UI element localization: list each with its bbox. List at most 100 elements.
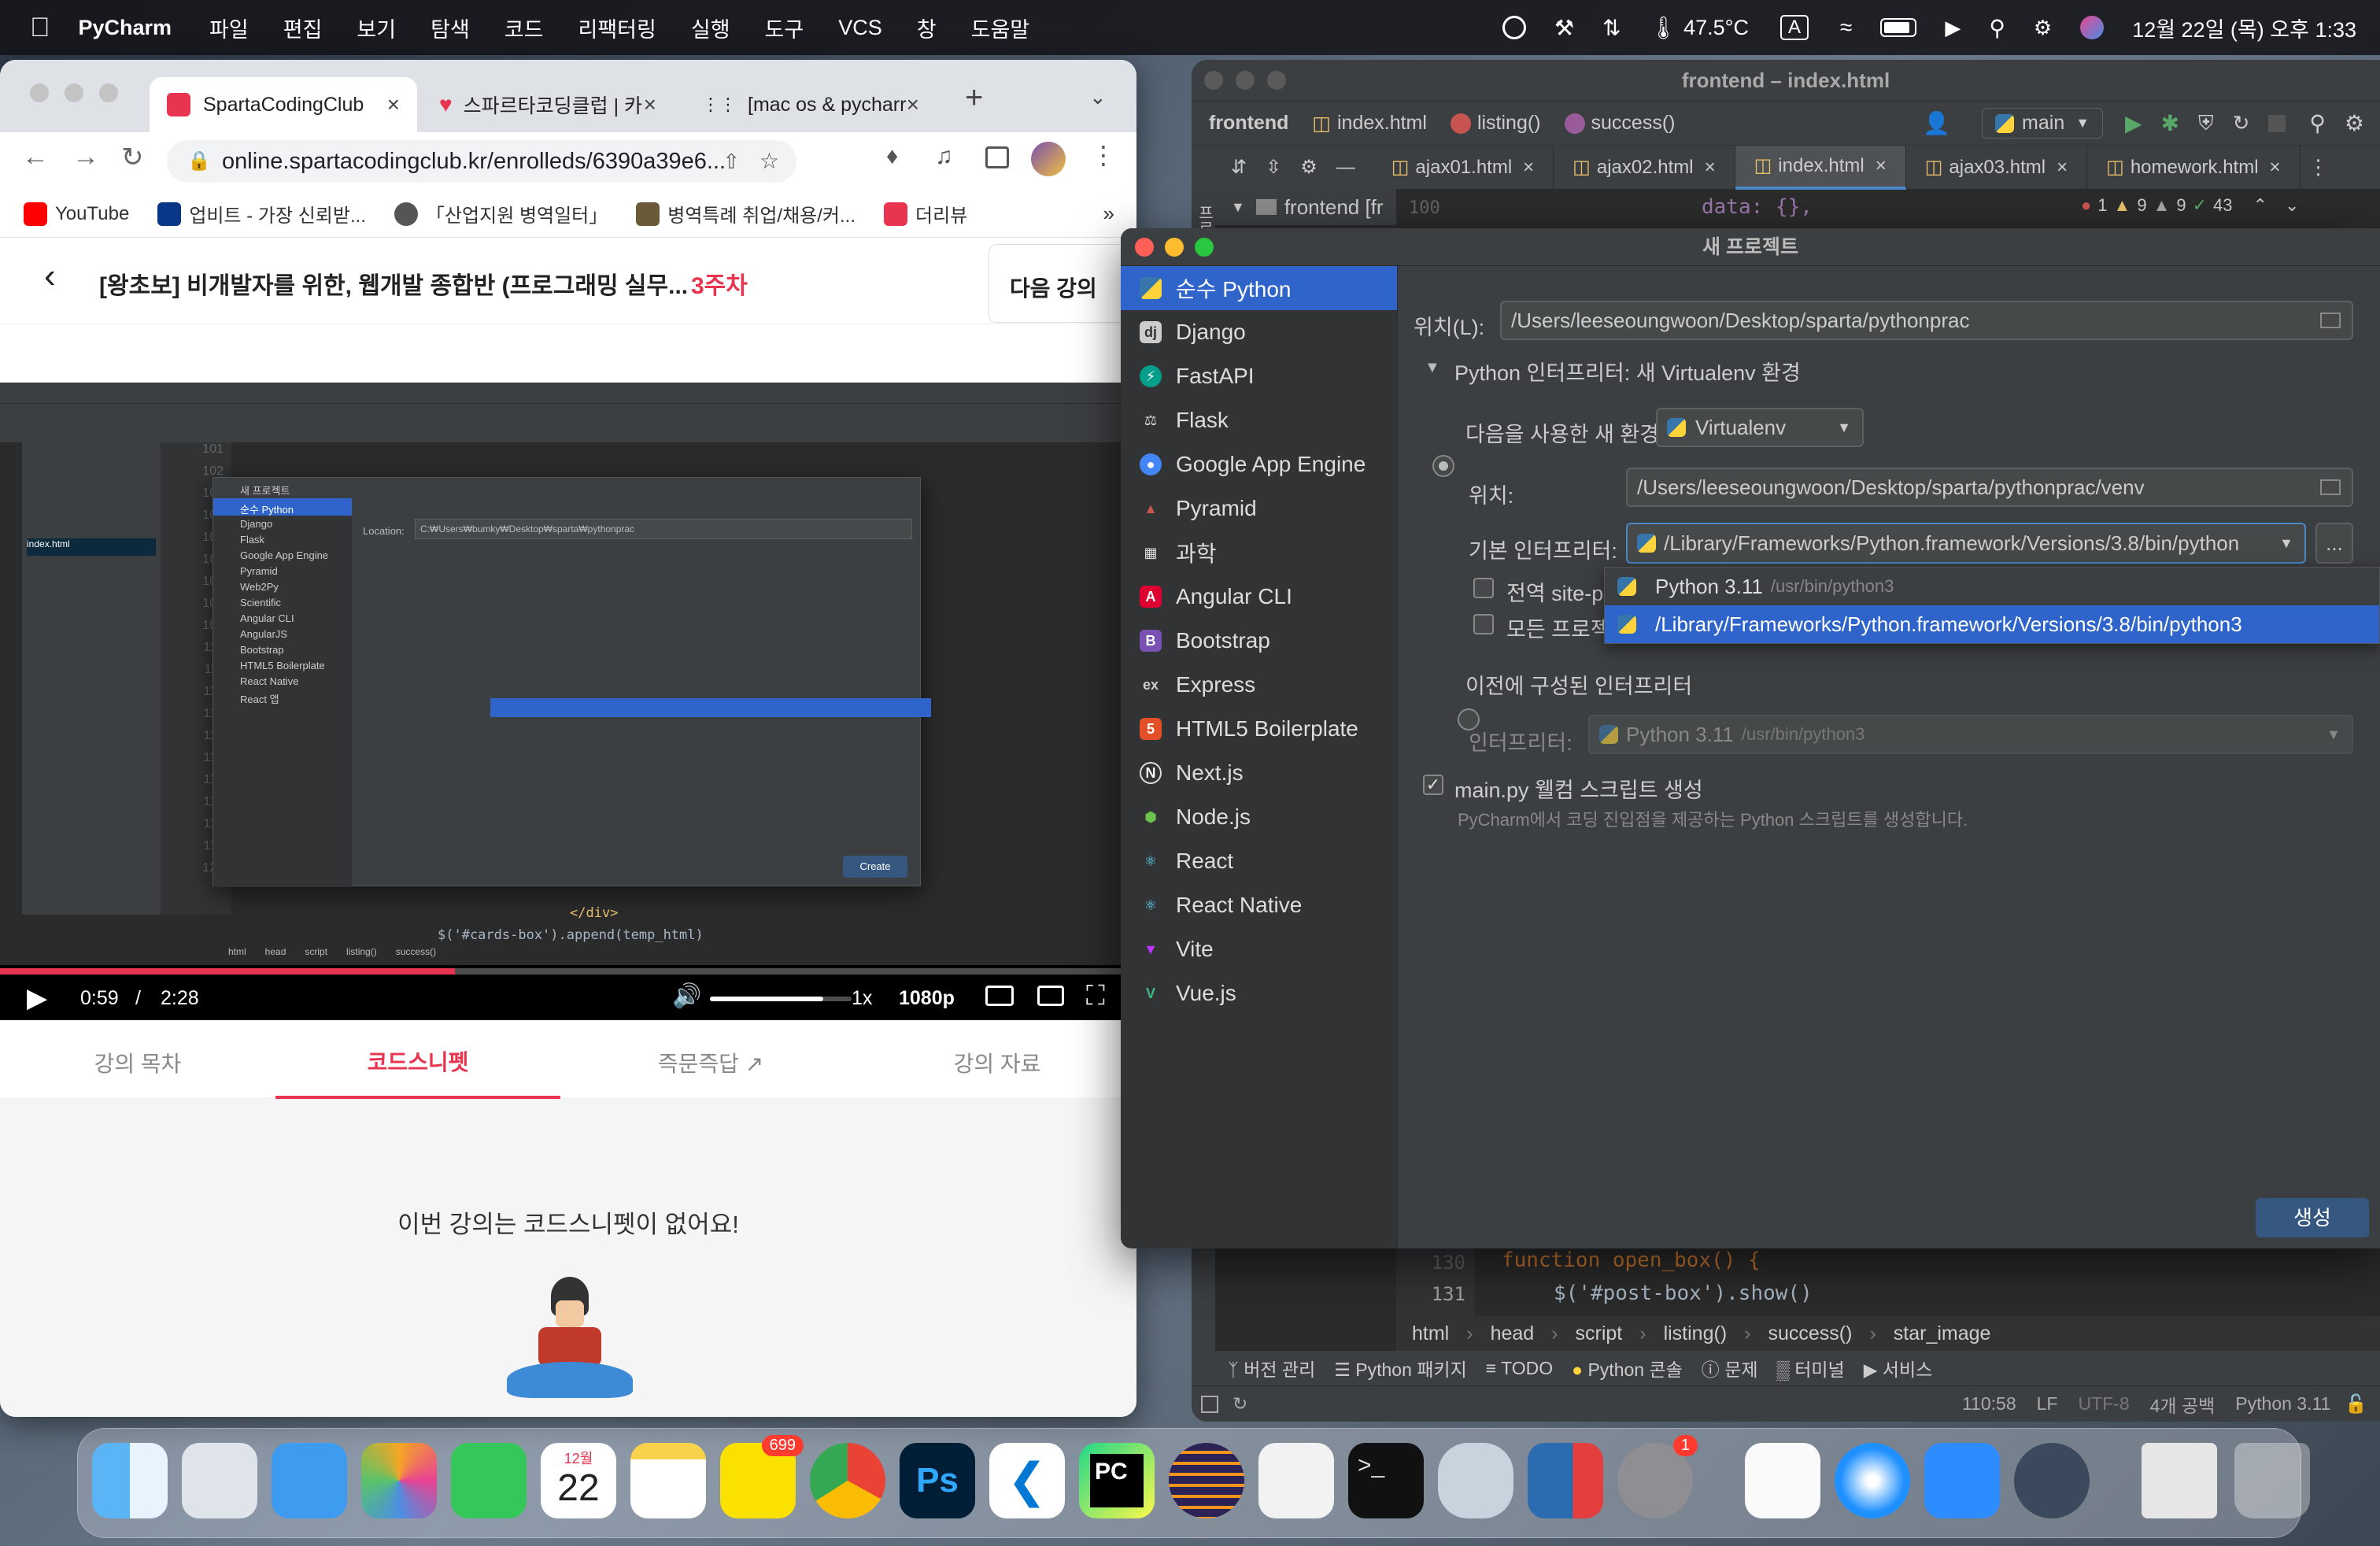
share-icon[interactable]: ⇧: [722, 140, 740, 183]
input-source-indicator[interactable]: A: [1779, 15, 1809, 40]
lecture-video[interactable]: index.html 10110210310410510610710810911…: [0, 383, 1136, 1020]
tab-curriculum[interactable]: 강의 목차: [0, 1020, 275, 1099]
tool-problems[interactable]: ⓘ 문제: [1702, 1355, 1758, 1381]
type-scientific[interactable]: ▦ 과학: [1121, 531, 1397, 575]
quicktime-icon[interactable]: [2014, 1443, 2090, 1518]
type-nextjs[interactable]: N Next.js: [1121, 751, 1397, 795]
network-icon[interactable]: ⇅: [1602, 15, 1621, 41]
volume-icon[interactable]: 🔊: [672, 982, 701, 1010]
interpreter-status[interactable]: Python 3.11: [2235, 1393, 2330, 1415]
close-window-button[interactable]: [1204, 71, 1223, 90]
project-root[interactable]: frontend [fr: [1284, 195, 1384, 220]
tab-spartacodingclub[interactable]: SpartaCodingClub ×: [150, 77, 417, 132]
menu-refactor[interactable]: 리팩터링: [578, 13, 656, 43]
photos-icon[interactable]: [361, 1443, 437, 1518]
stop-icon[interactable]: [2268, 114, 2286, 132]
minimize-icon[interactable]: —: [1336, 157, 1355, 179]
file-encoding[interactable]: UTF-8: [2078, 1393, 2129, 1415]
close-icon[interactable]: ×: [1705, 157, 1716, 179]
tab-code-snippet[interactable]: 코드스니펫: [275, 1020, 560, 1099]
menu-file[interactable]: 파일: [209, 13, 249, 43]
menu-icon[interactable]: ⋮: [1091, 140, 1116, 170]
tab-qna[interactable]: 즉문즉답 ↗: [568, 1020, 853, 1099]
dropdown-option-python38[interactable]: /Library/Frameworks/Python.framework/Ver…: [1605, 605, 2379, 643]
line-separator[interactable]: LF: [2037, 1393, 2058, 1415]
layout-icon[interactable]: [1201, 1395, 1218, 1413]
type-react[interactable]: ⚛ React: [1121, 839, 1397, 883]
user-icon[interactable]: 👤: [1923, 110, 1950, 136]
dbeaver-icon[interactable]: [1258, 1443, 1334, 1518]
bookmark-thereview[interactable]: 더리뷰: [884, 200, 967, 227]
collapse-icon[interactable]: ⇵: [1231, 156, 1247, 179]
zoom-dialog-button[interactable]: [1195, 238, 1214, 257]
status-icon[interactable]: [1502, 16, 1526, 39]
play-button[interactable]: ▶: [27, 982, 47, 1014]
crumb[interactable]: html: [1412, 1322, 1449, 1345]
tab-sparta-kakao[interactable]: ♥ 스파르타코딩클럽 | 카 ×: [422, 77, 674, 132]
close-icon[interactable]: ×: [2270, 157, 2281, 179]
close-icon[interactable]: ×: [387, 92, 400, 117]
lock-icon[interactable]: 🔓: [2345, 1393, 2367, 1415]
tool-todo[interactable]: ≡ TODO: [1486, 1358, 1553, 1379]
close-dialog-button[interactable]: [1135, 238, 1154, 257]
side-panel-icon[interactable]: [985, 146, 1009, 168]
tool-packages[interactable]: ☰ Python 패키지: [1334, 1355, 1467, 1381]
crumb[interactable]: success(): [1768, 1322, 1852, 1345]
minimize-window-button[interactable]: [65, 83, 83, 102]
finder-icon[interactable]: [92, 1443, 168, 1518]
close-icon[interactable]: ×: [907, 92, 919, 117]
close-icon[interactable]: ×: [2057, 157, 2068, 179]
bookmark-star-icon[interactable]: ☆: [759, 140, 779, 183]
profile-avatar[interactable]: [1031, 142, 1066, 176]
terminal-icon[interactable]: >_: [1348, 1443, 1424, 1518]
browse-interpreter-button[interactable]: ...: [2315, 523, 2353, 564]
battery-icon[interactable]: [1880, 18, 1917, 37]
more-tabs-icon[interactable]: ⋮: [2308, 155, 2329, 179]
trash-icon[interactable]: [2234, 1443, 2310, 1518]
location-field[interactable]: /Users/leeseoungwoon/Desktop/sparta/pyth…: [1500, 301, 2353, 340]
back-chevron-icon[interactable]: ‹: [44, 257, 56, 296]
bookmark-upbit[interactable]: 업비트 - 가장 신뢰받...: [157, 200, 366, 227]
type-flask[interactable]: ⚖ Flask: [1121, 398, 1397, 442]
gear-icon[interactable]: ⚙: [2345, 110, 2364, 136]
gear-icon[interactable]: ⚙: [1300, 156, 1318, 179]
tab-homework[interactable]: ◫ homework.html ×: [2087, 145, 2301, 190]
tab-search-button[interactable]: ⌄: [1089, 85, 1107, 109]
dropdown-option-python311[interactable]: Python 3.11 /usr/bin/python3: [1605, 568, 2379, 605]
type-angular-cli[interactable]: A Angular CLI: [1121, 575, 1397, 619]
zoom-window-button[interactable]: [1267, 71, 1286, 90]
calendar-icon[interactable]: 12월 22: [541, 1443, 616, 1518]
new-env-radio[interactable]: [1432, 455, 1454, 477]
interpreter-section-title[interactable]: Python 인터프리터: 새 Virtualenv 환경: [1454, 356, 1801, 386]
debug-icon[interactable]: ✱: [2161, 110, 2179, 136]
close-icon[interactable]: ×: [1523, 157, 1534, 179]
video-progress-track[interactable]: [0, 968, 1136, 975]
thermometer-icon[interactable]: 🌡: [1650, 15, 1678, 41]
type-vite[interactable]: ▼ Vite: [1121, 927, 1397, 971]
wifi-icon[interactable]: ≈: [1840, 15, 1852, 40]
caret-position[interactable]: 110:58: [1962, 1393, 2016, 1415]
type-pyramid[interactable]: ▲ Pyramid: [1121, 486, 1397, 531]
menu-run[interactable]: 실행: [691, 13, 730, 43]
video-quality[interactable]: 1080p: [899, 987, 955, 1010]
folder-icon[interactable]: [2320, 479, 2341, 495]
tools-icon[interactable]: ⚒: [1554, 15, 1574, 41]
expand-icon[interactable]: ⇳: [1266, 156, 1281, 179]
existing-interpreter-select[interactable]: Python 3.11 /usr/bin/python3 ▼: [1588, 715, 2353, 754]
tab-materials[interactable]: 강의 자료: [858, 1020, 1136, 1099]
new-tab-button[interactable]: +: [965, 80, 983, 116]
type-vuejs[interactable]: V Vue.js: [1121, 971, 1397, 1015]
zoom-window-button[interactable]: [99, 83, 118, 102]
temperature-readout[interactable]: 47.5°C: [1683, 16, 1749, 40]
database-icon[interactable]: [1438, 1443, 1513, 1518]
captions-icon[interactable]: [985, 986, 1014, 1006]
env-type-select[interactable]: Virtualenv ▼: [1656, 408, 1864, 447]
menu-help[interactable]: 도움말: [971, 13, 1030, 43]
inspection-widget[interactable]: ● 1 ▲ 9 ▲ 9 ✓ 43 ⌃ ⌄: [2081, 195, 2299, 216]
vscode-icon[interactable]: ❮: [989, 1443, 1065, 1518]
menu-tools[interactable]: 도구: [765, 13, 804, 43]
tool-python-console[interactable]: ● Python 콘솔: [1572, 1355, 1683, 1381]
zoom-icon[interactable]: [1924, 1443, 2000, 1518]
app-menu[interactable]: PyCharm: [79, 16, 172, 40]
clock[interactable]: 12월 22일 (목) 오후 1:33: [2132, 13, 2356, 43]
